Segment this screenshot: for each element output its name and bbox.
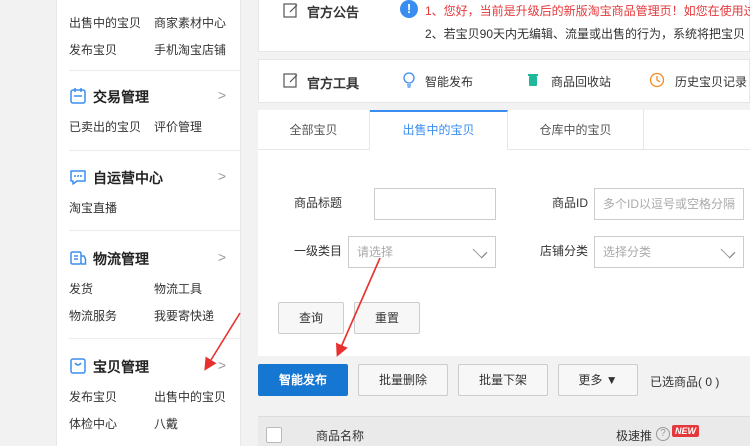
edit-icon — [283, 3, 298, 18]
help-icon[interactable]: ? — [656, 427, 670, 441]
sidebar-divider — [69, 230, 240, 231]
shop-category-select-value: 选择分类 — [603, 245, 652, 259]
sidebar-divider — [69, 70, 240, 71]
select-all-checkbox[interactable] — [266, 427, 282, 443]
item-tabs: 全部宝贝 出售中的宝贝 仓库中的宝贝 — [258, 110, 750, 150]
sidebar-link-reviews[interactable]: 评价管理 — [154, 118, 202, 135]
section-logistics[interactable]: 物流管理 > — [69, 248, 226, 270]
trash-icon — [528, 74, 538, 86]
bag-icon — [70, 358, 86, 374]
title-label: 商品标题 — [294, 196, 343, 210]
chevron-right-icon: > — [217, 249, 226, 265]
chevron-right-icon: > — [217, 168, 226, 184]
reset-button[interactable]: 重置 — [354, 302, 420, 334]
selected-count: 已选商品( 0 ) — [650, 375, 720, 389]
sidebar-link-logistics-service[interactable]: 物流服务 — [69, 307, 117, 324]
col-fast-boost: 极速推 — [616, 429, 653, 443]
id-label: 商品ID — [552, 196, 589, 210]
sidebar-link-material-center[interactable]: 商家素材中心 — [154, 14, 226, 31]
tab-on-sale[interactable]: 出售中的宝贝 — [370, 110, 508, 150]
sidebar-divider — [69, 338, 240, 339]
section-title: 自运营中心 — [93, 170, 163, 186]
sidebar-link-publish-item[interactable]: 发布宝贝 — [69, 41, 117, 58]
sidebar-link-ship[interactable]: 发货 — [69, 280, 93, 297]
sidebar-link-logistics-tools[interactable]: 物流工具 — [154, 280, 202, 297]
caret-down-icon: ▼ — [605, 373, 618, 387]
announcement-panel: 官方公告 ! 1、您好，当前是升级后的新版淘宝商品管理页！如您在使用过 2、若宝… — [258, 0, 750, 52]
sidebar-divider — [69, 150, 240, 151]
chevron-down-icon — [472, 243, 488, 259]
sidebar-link-publish[interactable]: 发布宝贝 — [69, 388, 117, 405]
announcement-line-1: 1、您好，当前是升级后的新版淘宝商品管理页！如您在使用过 — [425, 4, 750, 18]
section-title: 物流管理 — [93, 251, 149, 267]
tab-all-items[interactable]: 全部宝贝 — [258, 110, 370, 150]
batch-delete-button[interactable]: 批量删除 — [358, 364, 448, 396]
batch-delist-button[interactable]: 批量下架 — [458, 364, 548, 396]
chevron-down-icon — [720, 243, 736, 259]
sidebar-link-other[interactable]: 八戴 — [154, 415, 178, 432]
category-label: 一级类目 — [294, 244, 343, 258]
query-button[interactable]: 查询 — [278, 302, 344, 334]
warning-icon: ! — [400, 0, 418, 18]
sidebar: 出售中的宝贝 商家素材中心 发布宝贝 手机淘宝店铺 交易管理 > 已卖出的宝贝 … — [56, 0, 241, 446]
tools-title: 官方工具 — [307, 76, 360, 91]
category-select[interactable]: 请选择 — [348, 236, 496, 268]
filter-panel: 商品标题 商品ID 多个ID以逗号或空格分隔 一级类目 请选择 店铺分类 选择分… — [258, 150, 750, 356]
section-title: 宝贝管理 — [93, 359, 149, 375]
new-badge: NEW — [672, 425, 699, 437]
chat-icon — [70, 170, 86, 185]
logistics-icon — [70, 251, 87, 265]
tool-smart-publish[interactable]: 智能发布 — [425, 73, 473, 90]
edit-icon — [283, 73, 298, 88]
more-button[interactable]: 更多 ▼ — [558, 364, 638, 396]
history-icon — [649, 72, 665, 88]
chevron-right-icon: > — [217, 357, 226, 373]
title-input[interactable] — [374, 188, 496, 220]
action-bar: 智能发布 批量删除 批量下架 更多 ▼ 已选商品( 0 ) — [258, 356, 750, 416]
sidebar-link-sold-items[interactable]: 已卖出的宝贝 — [69, 118, 141, 135]
announcement-line-2: 2、若宝贝90天内无编辑、流量或出售的行为，系统将把宝贝 — [425, 27, 746, 41]
tool-recycle-bin[interactable]: 商品回收站 — [551, 73, 611, 90]
lightbulb-icon — [403, 72, 415, 88]
sidebar-link-selling-items[interactable]: 出售中的宝贝 — [69, 14, 141, 31]
shop-category-label: 店铺分类 — [540, 244, 589, 258]
order-icon — [70, 88, 86, 104]
sidebar-link-live[interactable]: 淘宝直播 — [69, 199, 117, 216]
shop-category-select[interactable]: 选择分类 — [594, 236, 744, 268]
table-header: 商品名称 极速推 ? NEW — [258, 416, 750, 446]
sidebar-link-mobile-shop[interactable]: 手机淘宝店铺 — [154, 41, 226, 58]
section-self-operation[interactable]: 自运营中心 > — [69, 167, 226, 189]
category-select-value: 请选择 — [357, 245, 394, 259]
sidebar-link-send-express[interactable]: 我要寄快递 — [154, 307, 214, 324]
main-content: 官方公告 ! 1、您好，当前是升级后的新版淘宝商品管理页！如您在使用过 2、若宝… — [258, 0, 750, 446]
section-trade-management[interactable]: 交易管理 > — [69, 86, 226, 108]
col-item-name: 商品名称 — [316, 429, 365, 443]
tab-warehouse[interactable]: 仓库中的宝贝 — [508, 110, 644, 150]
sidebar-link-on-sale[interactable]: 出售中的宝贝 — [154, 388, 226, 405]
section-title: 交易管理 — [93, 89, 149, 105]
tool-history-records[interactable]: 历史宝贝记录 — [675, 73, 747, 90]
official-tools-bar: 官方工具 智能发布 商品回收站 历史宝贝记录 — [258, 59, 750, 103]
section-item-management[interactable]: 宝贝管理 > — [69, 356, 226, 378]
chevron-right-icon: > — [217, 87, 226, 103]
more-label: 更多 — [578, 373, 603, 387]
announcement-title: 官方公告 — [307, 5, 360, 20]
sidebar-link-health-check[interactable]: 体检中心 — [69, 415, 117, 432]
id-input[interactable]: 多个ID以逗号或空格分隔 — [594, 188, 744, 220]
smart-publish-button[interactable]: 智能发布 — [258, 364, 348, 396]
